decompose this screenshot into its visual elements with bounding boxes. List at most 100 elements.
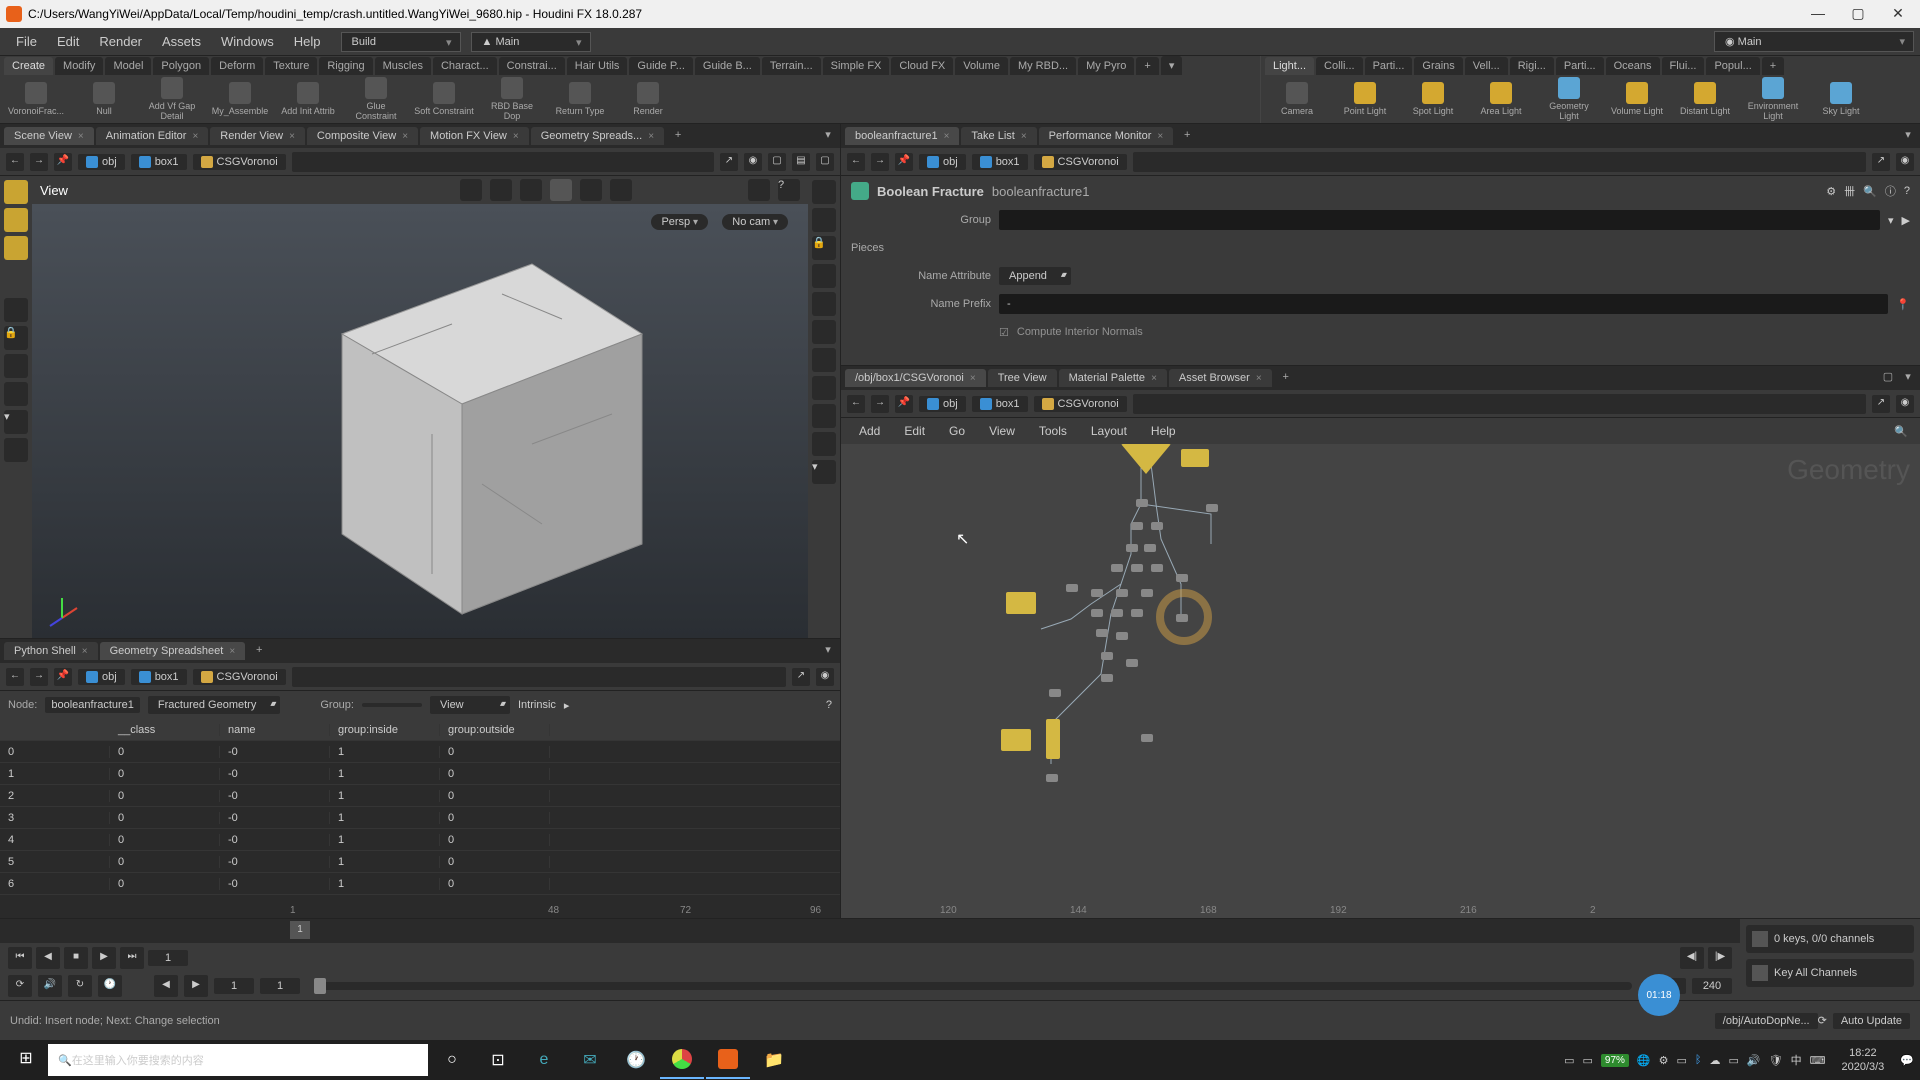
table-row[interactable]: 20-010 [0,785,840,807]
gear-icon[interactable]: ⚙ [1826,185,1836,198]
path-csgvoronoi[interactable]: CSGVoronoi [193,669,286,685]
nav-back-button[interactable]: ← [6,668,24,686]
vp-tool-icon[interactable] [520,179,542,201]
select-tool-icon[interactable] [4,180,28,204]
first-frame-button[interactable]: ⏮ [8,947,32,969]
clock-button[interactable]: 🕐 [98,975,122,997]
tab-motionfx-view[interactable]: Motion FX View× [420,127,529,145]
notification-icon[interactable]: 💬 [1900,1054,1914,1067]
col-name[interactable]: name [220,724,330,736]
play-button[interactable]: ▶ [92,947,116,969]
path-box1[interactable]: box1 [972,154,1028,170]
network-node[interactable] [1141,589,1153,597]
network-node[interactable] [1131,564,1143,572]
net-menu-layout[interactable]: Layout [1081,421,1137,441]
audio-button[interactable]: 🔊 [38,975,62,997]
shelf-add-button[interactable]: + [1762,57,1784,75]
shelf-tab[interactable]: Terrain... [762,57,821,75]
vp-tool-icon[interactable] [748,179,770,201]
geometry-type-select[interactable]: Fractured Geometry [148,696,280,714]
nav-pin-button[interactable]: 📌 [54,668,72,686]
loop-button[interactable]: ↻ [68,975,92,997]
group-select-icon[interactable]: ▾ [1888,214,1894,227]
table-cell[interactable]: 0 [110,790,220,802]
table-cell[interactable]: 1 [0,768,110,780]
shelf-tab[interactable]: Light... [1265,57,1314,75]
network-node[interactable] [1096,629,1108,637]
table-cell[interactable]: 5 [0,856,110,868]
table-cell[interactable]: 3 [0,812,110,824]
table-cell[interactable]: -0 [220,856,330,868]
vp-display-icon[interactable] [812,180,836,204]
shelf-tab[interactable]: Cloud FX [891,57,953,75]
network-node[interactable] [1176,574,1188,582]
sphere-tool-icon[interactable] [4,382,28,406]
info-icon[interactable]: ⓘ [1885,183,1896,199]
stop-button[interactable]: ■ [64,947,88,969]
tab-render-view[interactable]: Render View× [210,127,305,145]
menu-file[interactable]: File [6,30,47,53]
maximize-pane-button[interactable]: ▢ [1880,370,1896,386]
shelf-item[interactable]: Sky Light [1811,82,1871,116]
table-cell[interactable]: 0 [440,790,550,802]
shelf-item[interactable]: Volume Light [1607,82,1667,116]
torch-tool-icon[interactable] [4,354,28,378]
step-back-button[interactable]: ◀| [1680,947,1704,969]
start-button[interactable]: ⊞ [6,1044,46,1076]
pick-icon[interactable]: 📍 [1896,298,1910,311]
shelf-tab[interactable]: Deform [211,57,263,75]
name-prefix-input[interactable]: - [999,294,1888,314]
network-node[interactable] [1111,564,1123,572]
pointer-tool-icon[interactable] [4,298,28,322]
down-tool-icon[interactable]: ▾ [4,410,28,434]
table-cell[interactable]: 0 [440,812,550,824]
help-icon[interactable]: ? [1904,185,1910,197]
path-obj[interactable]: obj [78,154,125,170]
table-cell[interactable]: 0 [110,768,220,780]
network-canvas[interactable]: Geometry [841,444,1920,918]
view-select[interactable]: View [430,696,510,714]
nav-pin2-button[interactable]: ↗ [1872,395,1890,413]
table-cell[interactable]: 0 [110,878,220,890]
minimize-button[interactable]: — [1810,6,1826,22]
menu-edit[interactable]: Edit [47,30,89,53]
shelf-tab[interactable]: My Pyro [1078,57,1134,75]
vp-lock-icon[interactable]: 🔒 [812,236,836,260]
network-node[interactable] [1091,589,1103,597]
table-cell[interactable]: -0 [220,834,330,846]
pane-menu-button[interactable]: ▾ [820,643,836,659]
shelf-tab[interactable]: Muscles [375,57,431,75]
table-row[interactable]: 30-010 [0,807,840,829]
keys-channels[interactable]: 0 keys, 0/0 channels [1746,925,1914,953]
shelf-item[interactable]: Spot Light [1403,82,1463,116]
group-pick-icon[interactable]: ▶ [1902,214,1910,227]
net-menu-edit[interactable]: Edit [894,421,935,441]
explorer-icon[interactable]: 📁 [752,1041,796,1079]
nav-pin2-button[interactable]: ↗ [720,153,738,171]
shelf-tab[interactable]: Hair Utils [567,57,628,75]
table-cell[interactable]: 1 [330,790,440,802]
nav-forward-button[interactable]: → [871,395,889,413]
table-cell[interactable]: -0 [220,790,330,802]
face-tool-icon[interactable] [4,236,28,260]
shelf-tab[interactable]: Texture [265,57,317,75]
network-node[interactable] [1116,632,1128,640]
vp-display-icon[interactable] [812,208,836,232]
current-frame[interactable]: 1 [148,950,188,966]
path-csgvoronoi[interactable]: CSGVoronoi [1034,154,1127,170]
col-inside[interactable]: group:inside [330,724,440,736]
shelf-item[interactable]: Null [74,82,134,116]
vp-display-icon[interactable] [812,292,836,316]
net-menu-tools[interactable]: Tools [1029,421,1077,441]
shelf-tab[interactable]: Rigging [319,57,372,75]
table-cell[interactable]: 0 [440,878,550,890]
maximize-button[interactable]: ▢ [1850,6,1866,22]
table-cell[interactable]: 0 [110,812,220,824]
table-cell[interactable]: 0 [440,768,550,780]
table-cell[interactable]: 1 [330,834,440,846]
network-node[interactable] [1066,584,1078,592]
nav-pin-button[interactable]: 📌 [895,395,913,413]
add-tab-button[interactable]: + [1278,370,1294,386]
menu-windows[interactable]: Windows [211,30,284,53]
net-menu-view[interactable]: View [979,421,1025,441]
